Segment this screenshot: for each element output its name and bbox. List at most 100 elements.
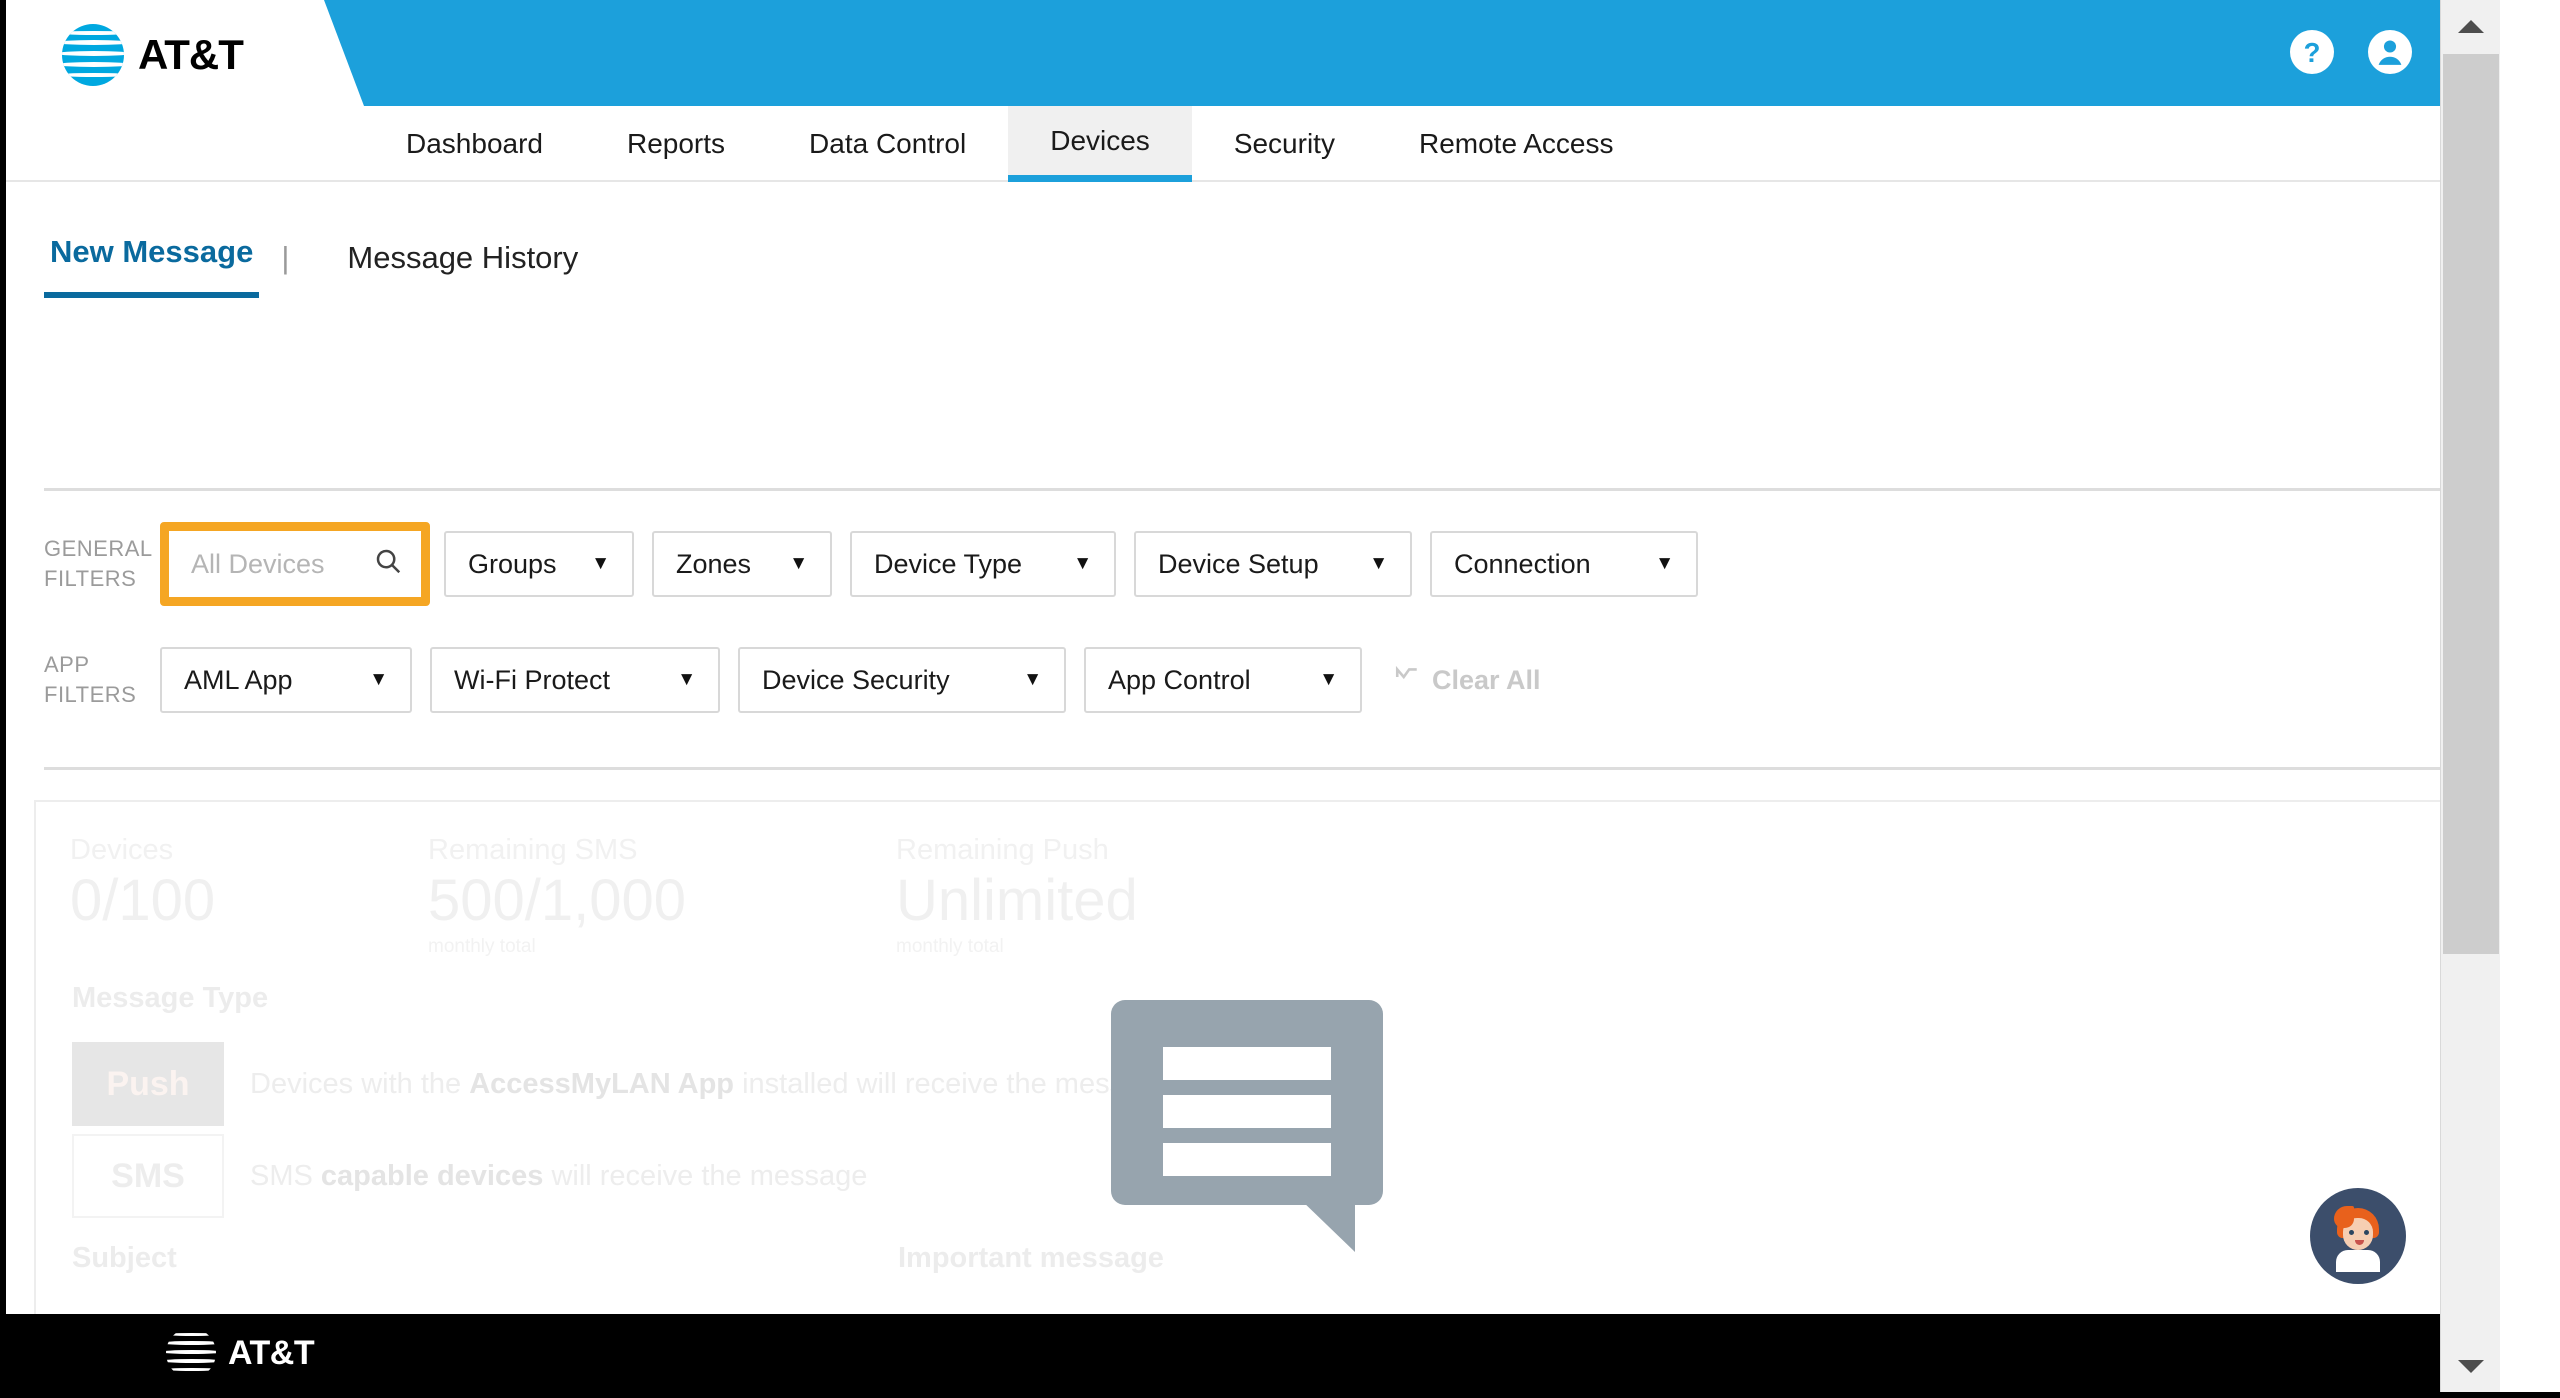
nav-label: Reports — [626, 128, 726, 159]
scroll-up-button[interactable] — [2441, 0, 2500, 52]
chat-assistant-avatar-icon[interactable] — [2310, 1188, 2406, 1284]
filter-label-text: Wi-Fi Protect — [454, 664, 611, 695]
top-header-bar: AT&T ? — [6, 0, 2500, 106]
nav-item-security[interactable]: Security — [1192, 106, 1377, 182]
desc-bold: AccessMyLAN App — [469, 1067, 735, 1100]
avatar-eye-left — [2349, 1230, 2354, 1235]
main-navigation: Dashboard Reports Data Control Devices S… — [6, 106, 2500, 182]
stat-label: Devices — [70, 834, 174, 866]
filter-dropdown-connection[interactable]: Connection ▼ — [1430, 531, 1698, 597]
push-button[interactable]: Push — [72, 1042, 224, 1126]
nav-label: Security — [1233, 128, 1335, 159]
footer-wordmark: AT&T — [228, 1333, 315, 1372]
search-placeholder: All Devices — [191, 548, 325, 579]
nav-item-data-control[interactable]: Data Control — [767, 106, 1008, 182]
important-title: Important message — [898, 1242, 1164, 1274]
filter-dropdown-wifi-protect[interactable]: Wi-Fi Protect ▼ — [430, 647, 720, 713]
search-icon[interactable] — [373, 546, 403, 583]
filter-dropdown-zones[interactable]: Zones ▼ — [652, 531, 832, 597]
chevron-up-icon — [2458, 19, 2484, 33]
tab-new-message[interactable]: New Message — [44, 234, 260, 298]
account-circle-icon[interactable] — [2368, 30, 2412, 74]
clear-all-label: Clear All — [1432, 664, 1541, 695]
filter-dropdown-app-control[interactable]: App Control ▼ — [1084, 647, 1362, 713]
tab-message-history[interactable]: Message History — [341, 240, 584, 298]
all-devices-search-highlight: All Devices — [160, 522, 430, 606]
desc-prefix: Devices with the — [250, 1067, 470, 1100]
filter-dropdown-device-security[interactable]: Device Security ▼ — [738, 647, 1066, 713]
filter-dropdown-groups[interactable]: Groups ▼ — [444, 531, 634, 597]
scroll-down-button[interactable] — [2441, 1340, 2500, 1392]
chevron-down-icon: ▼ — [677, 669, 696, 690]
desc-suffix: installed will receive the message — [734, 1067, 1173, 1100]
clear-all-button[interactable]: Clear All — [1392, 664, 1541, 697]
nav-label: Data Control — [809, 128, 967, 159]
nav-item-devices[interactable]: Devices — [1008, 106, 1192, 182]
subject-title: Subject — [72, 1242, 177, 1274]
avatar-fringe — [2334, 1206, 2354, 1228]
stat-label: Remaining Push — [896, 834, 1109, 866]
vertical-scrollbar[interactable] — [2440, 0, 2500, 1392]
nav-item-dashboard[interactable]: Dashboard — [364, 106, 585, 182]
filter-label-text: Connection — [1454, 548, 1591, 579]
att-brand-logo[interactable]: AT&T — [62, 24, 244, 86]
nav-item-remote-access[interactable]: Remote Access — [1377, 106, 1656, 182]
nav-label: Dashboard — [406, 128, 543, 159]
chevron-down-icon: ▼ — [1023, 669, 1042, 690]
filter-dropdown-device-setup[interactable]: Device Setup ▼ — [1134, 531, 1412, 597]
footer-att-logo: AT&T — [166, 1328, 315, 1378]
stat-label: Remaining SMS — [428, 834, 638, 866]
stat-value: 500/1,000 — [428, 868, 687, 933]
page-content: New Message | Message History GENERAL FI… — [6, 182, 2500, 1392]
desc-suffix: will receive the message — [543, 1159, 868, 1192]
svg-text:?: ? — [2304, 37, 2321, 68]
subtab-divider — [44, 488, 2464, 491]
general-filters-label: GENERAL FILTERS — [44, 534, 160, 593]
stat-sub: monthly total — [896, 935, 1004, 957]
app-filters-row: APP FILTERS AML App ▼ Wi-Fi Protect ▼ De… — [44, 647, 1541, 713]
stat-sub: monthly total — [428, 935, 536, 957]
desc-prefix: SMS — [250, 1159, 321, 1192]
stat-value: 0/100 — [70, 868, 216, 933]
chevron-down-icon: ▼ — [789, 553, 808, 574]
chevron-down-icon: ▼ — [1369, 553, 1388, 574]
tab-label: Message History — [347, 240, 579, 275]
stat-remaining-push: Remaining Push Unlimited monthly total — [896, 834, 1138, 958]
clear-check-icon — [1392, 664, 1422, 697]
chevron-down-icon: ▼ — [369, 669, 388, 690]
browser-window: AT&T ? Dashboard Reports Data Control De… — [0, 0, 2560, 1398]
subtab-separator: | — [281, 240, 290, 275]
filter-dropdown-aml-app[interactable]: AML App ▼ — [160, 647, 412, 713]
app-filters-label: APP FILTERS — [44, 650, 160, 709]
filter-dropdown-device-type[interactable]: Device Type ▼ — [850, 531, 1116, 597]
sms-button[interactable]: SMS — [72, 1134, 224, 1218]
all-devices-search-input[interactable]: All Devices — [169, 531, 421, 597]
nav-item-reports[interactable]: Reports — [585, 106, 767, 182]
label-line-1: GENERAL — [44, 536, 153, 562]
message-type-option-sms[interactable]: SMS SMS capable devices will receive the… — [72, 1134, 867, 1218]
filter-label-text: Groups — [468, 548, 557, 579]
filter-label-text: App Control — [1108, 664, 1251, 695]
scrollbar-thumb[interactable] — [2443, 54, 2499, 954]
chevron-down-icon: ▼ — [1319, 669, 1338, 690]
stats-row: Devices 0/100 Remaining SMS 500/1,000 mo… — [70, 834, 1138, 958]
new-message-form-card: Devices 0/100 Remaining SMS 500/1,000 mo… — [34, 800, 2472, 1392]
filter-label-text: Device Type — [874, 548, 1023, 579]
filter-label-text: Zones — [676, 548, 752, 579]
label-line-1: APP — [44, 652, 90, 678]
sms-label: SMS — [111, 1156, 185, 1195]
message-type-option-push[interactable]: Push Devices with the AccessMyLAN App in… — [72, 1042, 1172, 1126]
label-line-2: FILTERS — [44, 566, 137, 591]
sms-description: SMS capable devices will receive the mes… — [250, 1160, 867, 1193]
att-globe-icon — [166, 1328, 216, 1378]
avatar-eye-right — [2364, 1230, 2369, 1235]
filters-divider — [44, 767, 2464, 770]
message-subtabs: New Message | Message History — [44, 234, 584, 298]
push-description: Devices with the AccessMyLAN App install… — [250, 1068, 1172, 1101]
chevron-down-icon: ▼ — [591, 553, 610, 574]
page-footer: AT&T — [6, 1314, 2500, 1392]
push-label: Push — [106, 1064, 190, 1103]
filter-label-text: AML App — [184, 664, 293, 695]
help-circle-icon[interactable]: ? — [2290, 30, 2334, 74]
nav-label: Remote Access — [1418, 128, 1614, 159]
